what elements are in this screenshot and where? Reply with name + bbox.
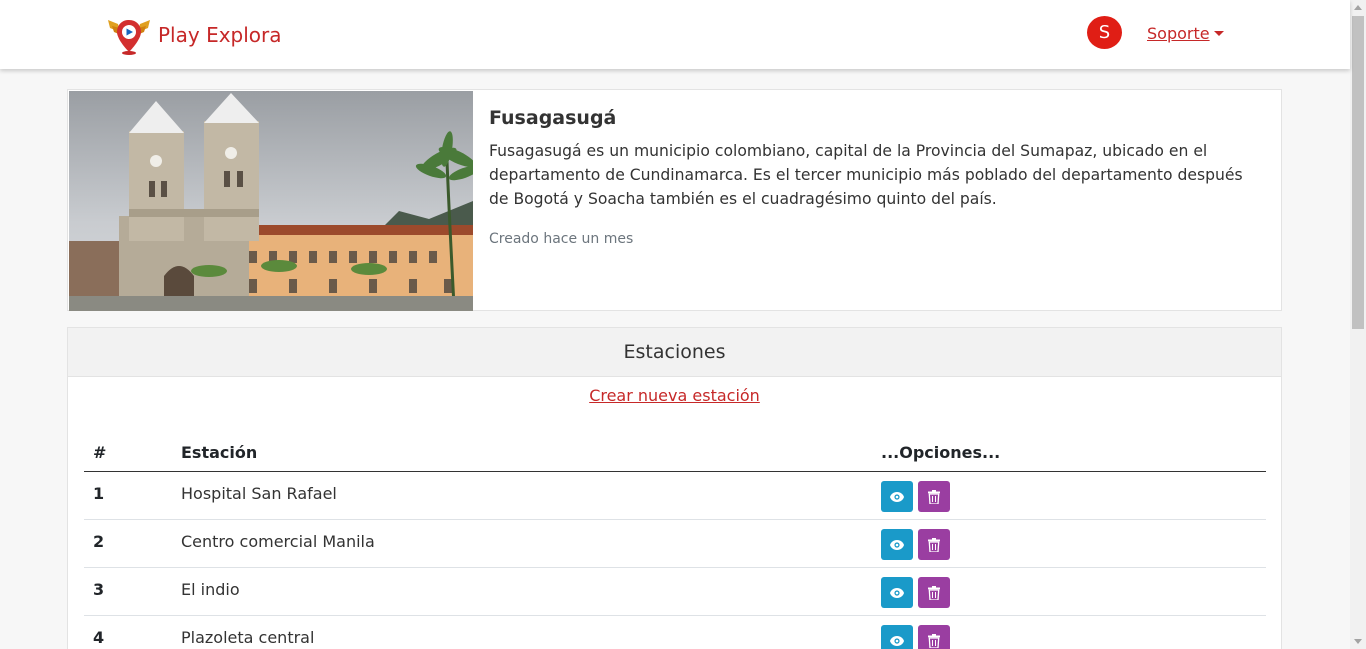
scroll-up-arrow-icon[interactable] — [1354, 5, 1362, 10]
city-photo — [69, 91, 473, 311]
brand-link[interactable]: Play Explora — [106, 14, 282, 56]
city-description: Fusagasugá es un municipio colombiano, c… — [489, 142, 1243, 208]
view-station-button[interactable] — [881, 625, 913, 649]
delete-station-button[interactable] — [918, 577, 950, 608]
trash-icon — [928, 489, 940, 504]
column-header-number: # — [93, 443, 107, 462]
table-header: # Estación ...Opciones... — [84, 430, 1266, 472]
delete-station-button[interactable] — [918, 529, 950, 560]
support-dropdown[interactable]: Soporte — [1147, 24, 1224, 43]
eye-icon — [890, 491, 904, 502]
create-station-link[interactable]: Crear nueva estación — [68, 386, 1281, 405]
delete-station-button[interactable] — [918, 481, 950, 512]
city-created-date: Creado hace un mes — [489, 231, 634, 247]
scroll-thumb[interactable] — [1352, 16, 1364, 329]
trash-icon — [928, 633, 940, 648]
station-name: El indio — [181, 580, 240, 599]
eye-icon — [890, 635, 904, 646]
station-name: Plazoleta central — [181, 628, 315, 647]
city-card: Fusagasugá Fusagasugá es un municipio co… — [67, 89, 1282, 311]
stations-title: Estaciones — [623, 341, 726, 363]
column-header-station: Estación — [181, 443, 258, 462]
brand-logo — [108, 20, 150, 55]
delete-station-button[interactable] — [918, 625, 950, 649]
row-number: 3 — [93, 580, 105, 599]
top-navbar: Play Explora S Soporte — [0, 0, 1350, 69]
station-name: Centro comercial Manila — [181, 532, 375, 551]
row-number: 1 — [93, 484, 105, 503]
row-number: 4 — [93, 628, 105, 647]
view-station-button[interactable] — [881, 481, 913, 512]
city-title: Fusagasugá — [489, 107, 617, 129]
table-row: 3 El indio — [84, 568, 1266, 616]
eye-icon — [890, 539, 904, 550]
column-header-options: ...Opciones... — [881, 443, 1001, 462]
stations-table: # Estación ...Opciones... 1 Hospital San… — [84, 430, 1266, 649]
table-row: 4 Plazoleta central — [84, 616, 1266, 649]
caret-down-icon — [1213, 31, 1224, 36]
table-row: 1 Hospital San Rafael — [84, 472, 1266, 520]
view-station-button[interactable] — [881, 577, 913, 608]
page-scrollbar[interactable] — [1350, 0, 1366, 649]
stations-header: Estaciones — [68, 328, 1281, 377]
stations-card: Estaciones Crear nueva estación # Estaci… — [67, 327, 1282, 649]
brand-name: Play Explora — [158, 23, 282, 47]
eye-icon — [890, 587, 904, 598]
view-station-button[interactable] — [881, 529, 913, 560]
row-number: 2 — [93, 532, 105, 551]
support-label: Soporte — [1147, 24, 1210, 43]
scroll-down-arrow-icon[interactable] — [1354, 639, 1362, 644]
trash-icon — [928, 585, 940, 600]
table-row: 2 Centro comercial Manila — [84, 520, 1266, 568]
station-name: Hospital San Rafael — [181, 484, 337, 503]
avatar-initial: S — [1098, 22, 1111, 43]
user-avatar[interactable]: S — [1087, 16, 1122, 49]
trash-icon — [928, 537, 940, 552]
